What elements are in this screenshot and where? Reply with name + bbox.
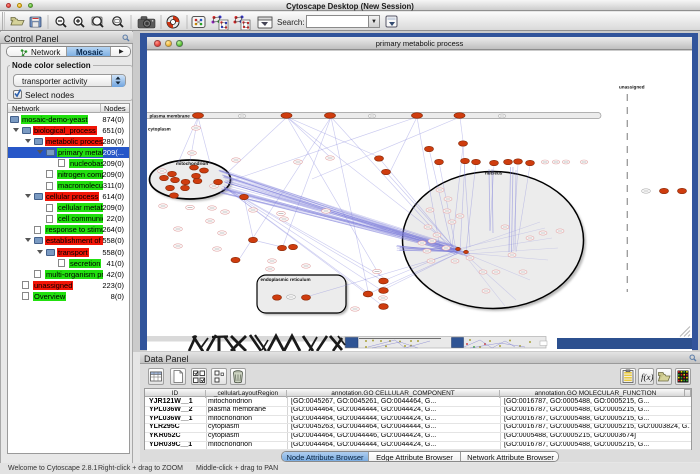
svg-text:unassigned: unassigned — [619, 84, 645, 89]
svg-text:plasma membrane: plasma membrane — [150, 113, 190, 118]
svg-text:f(x): f(x) — [641, 372, 653, 382]
svg-text:cytoplasm: cytoplasm — [148, 126, 171, 131]
svg-text:nucleus: nucleus — [485, 170, 502, 175]
svg-text:endoplasmic reticulum: endoplasmic reticulum — [261, 277, 311, 282]
svg-text:mitochondrion: mitochondrion — [176, 161, 208, 166]
